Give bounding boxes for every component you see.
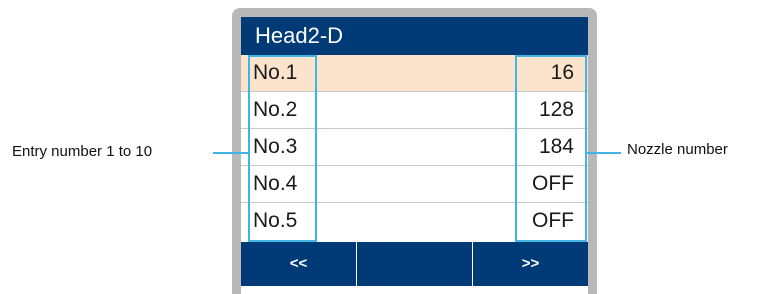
function-key-bar: << >> [241,242,588,286]
key-pointer-right-icon [522,269,538,277]
function-key-middle[interactable] [357,242,472,286]
key-pointer-left-icon [290,269,306,277]
callout-nozzle-number: Nozzle number [627,141,728,158]
function-key-next[interactable]: >> [473,242,588,286]
entry-number-highlight [248,55,317,242]
function-key-prev[interactable]: << [241,242,356,286]
callout-leader-left [213,152,248,154]
callout-entry-number: Entry number 1 to 10 [12,143,153,160]
screen-title: Head2-D [241,17,588,55]
callout-leader-right [587,152,621,154]
nozzle-number-highlight [515,55,587,242]
key-pointer-middle-icon [409,269,425,277]
